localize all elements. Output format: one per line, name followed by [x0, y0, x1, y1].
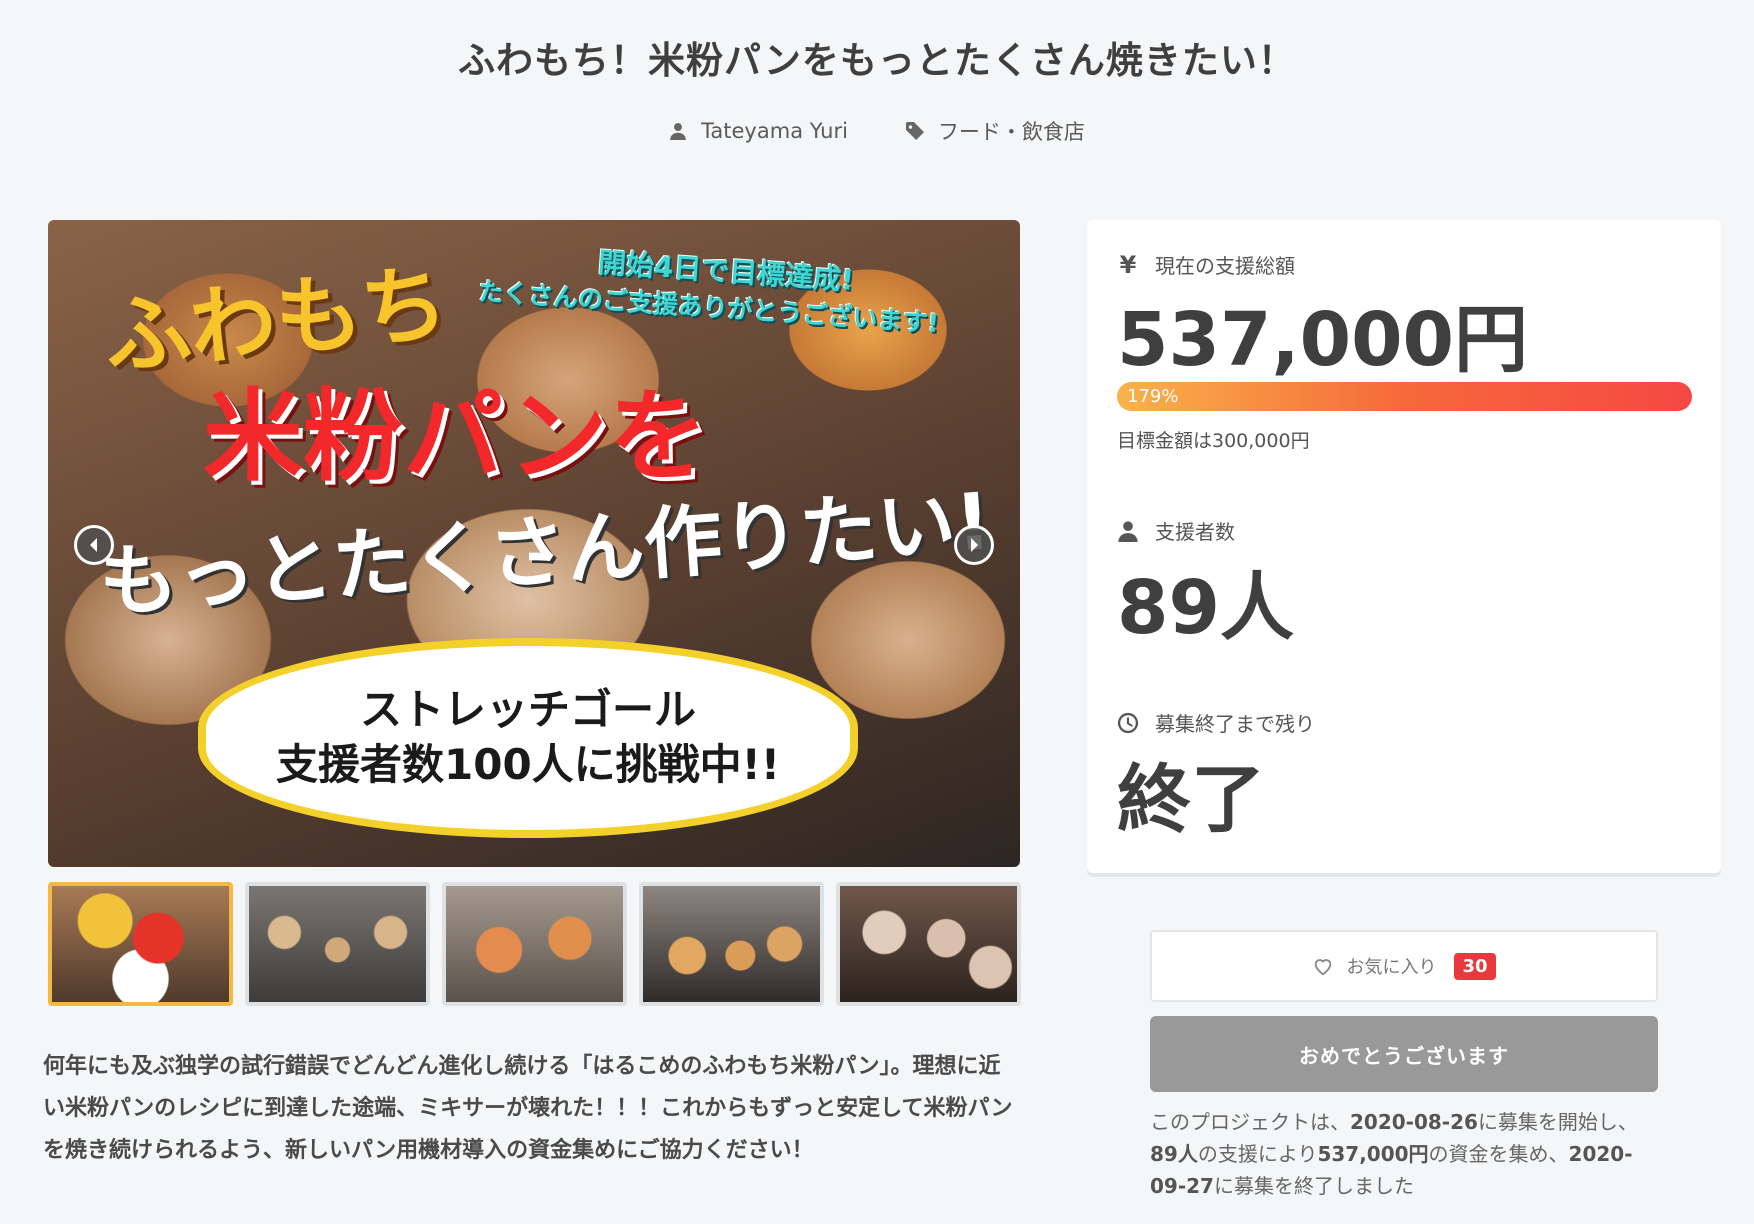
- total-amount: 537,000円: [1117, 297, 1529, 383]
- project-summary: このプロジェクトは、2020-08-26に募集を開始し、 89人の支援により537…: [1150, 1106, 1662, 1202]
- funding-stats-card: ¥ 現在の支援総額 537,000円 179% 目標金額は300,000円 支援…: [1087, 220, 1721, 873]
- remaining-value: 終了: [1117, 757, 1265, 843]
- thumbnail-image: [446, 886, 623, 1002]
- summary-text: このプロジェクトは、: [1150, 1110, 1350, 1134]
- project-description: 何年にも及ぶ独学の試行錯誤でどんどん進化し続ける「はるこめのふわもち米粉パン」。…: [43, 1054, 1013, 1163]
- summary-text: に募集を開始し、: [1477, 1110, 1638, 1134]
- clock-icon: [1117, 712, 1139, 733]
- backers-count: 89人: [1117, 565, 1294, 651]
- backers-label-row: 支援者数: [1117, 516, 1235, 545]
- author-name: Tateyama Yuri: [701, 119, 848, 143]
- user-icon: [670, 123, 686, 140]
- thumbnail-1[interactable]: [48, 882, 233, 1006]
- page-title: ふわもち！米粉パンをもっとたくさん焼きたい！: [458, 39, 1296, 82]
- chevron-left-icon: [90, 538, 97, 552]
- thumbnail-strip: [48, 882, 1021, 1006]
- thumbnail-5[interactable]: [836, 882, 1021, 1006]
- thumbnail-image: [643, 886, 820, 1002]
- favorite-button[interactable]: お気に入り 30: [1150, 930, 1658, 1002]
- thumbnail-3[interactable]: [442, 882, 627, 1006]
- progress-bar: 179%: [1117, 382, 1692, 411]
- thumbnail-4[interactable]: [639, 882, 824, 1006]
- favorite-count-badge: 30: [1454, 952, 1496, 980]
- summary-text: の支援により: [1197, 1142, 1318, 1166]
- remaining-label-row: 募集終了まで残り: [1117, 708, 1315, 737]
- thumbnail-image: [840, 886, 1017, 1002]
- main-image-slider[interactable]: ふわもち 開始4日で目標達成! たくさんのご支援ありがとうございます! 米粉パン…: [48, 220, 1020, 867]
- category-link[interactable]: フード・飲食店: [905, 116, 1085, 146]
- tag-icon: [905, 122, 924, 140]
- remaining-label: 募集終了まで残り: [1155, 712, 1315, 736]
- slider-prev-button[interactable]: [74, 525, 114, 565]
- slider-next-button[interactable]: [954, 525, 994, 565]
- heart-icon: [1315, 959, 1332, 976]
- congrats-button[interactable]: おめでとうございます: [1150, 1016, 1658, 1092]
- user-icon: [1118, 520, 1138, 542]
- summary-start-date: 2020-08-26: [1350, 1110, 1478, 1134]
- backers-label: 支援者数: [1155, 520, 1235, 544]
- thumbnail-image: [52, 886, 229, 1002]
- hero-catch-red: 米粉パンを: [203, 378, 708, 495]
- yen-icon: ¥: [1119, 250, 1137, 279]
- hero-burst-badge: ストレッチゴール 支援者数100人に挑戦中!!: [198, 638, 858, 838]
- author-link[interactable]: Tateyama Yuri: [669, 116, 848, 146]
- project-meta: Tateyama Yuri フード・飲食店: [0, 116, 1754, 146]
- goal-amount: 目標金額は300,000円: [1117, 430, 1310, 452]
- total-label: 現在の支援総額: [1155, 254, 1295, 278]
- thumbnail-2[interactable]: [245, 882, 430, 1006]
- burst-line-1: ストレッチゴール: [359, 685, 696, 735]
- summary-amount: 537,000円: [1317, 1142, 1429, 1166]
- summary-text: に募集を終了しました: [1213, 1174, 1414, 1198]
- total-label-row: ¥ 現在の支援総額: [1117, 250, 1295, 279]
- category-name: フード・飲食店: [937, 120, 1085, 144]
- chevron-right-icon: [971, 538, 978, 552]
- thumbnail-image: [249, 886, 426, 1002]
- summary-text: の資金を集め、: [1428, 1142, 1569, 1166]
- progress-percent: 179%: [1127, 386, 1179, 407]
- favorite-label: お気に入り: [1346, 957, 1437, 978]
- burst-line-2: 支援者数100人に挑戦中!!: [276, 740, 780, 789]
- summary-backers: 89人: [1150, 1142, 1198, 1166]
- project-page: ふわもち！米粉パンをもっとたくさん焼きたい！ Tateyama Yuri フード…: [0, 0, 1754, 1224]
